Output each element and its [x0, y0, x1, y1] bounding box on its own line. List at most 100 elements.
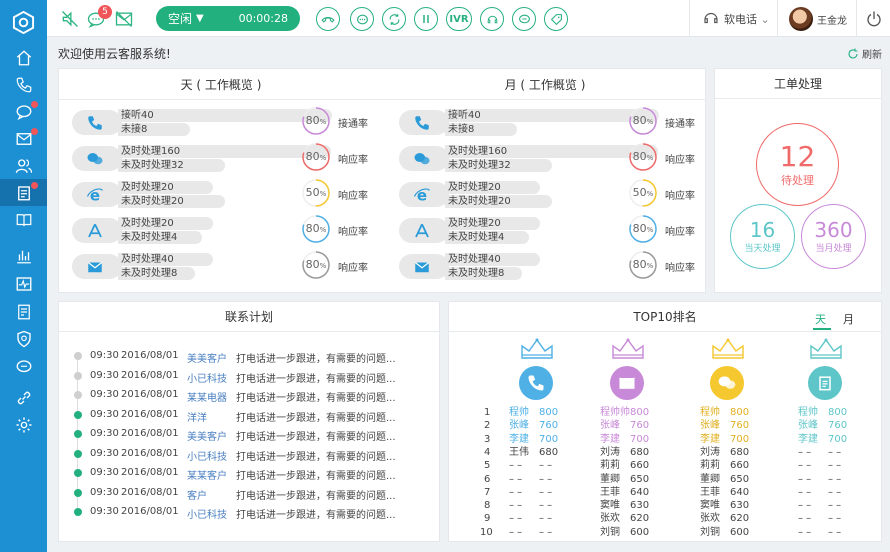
plan-customer[interactable]: 洋洋	[187, 409, 207, 424]
overview-row[interactable]: 及时处理20 未及时处理4 80% 响应率	[399, 215, 709, 244]
handled-bar: 及时处理20	[118, 181, 213, 194]
sidebar-item-security[interactable]	[0, 325, 47, 352]
chevron-down-icon: ▼	[196, 13, 204, 24]
list-item[interactable]: 09:30 2016/08/01 小已科技 打电话进一步跟进，有需要的问题...	[59, 445, 441, 464]
list-item[interactable]: 09:30 2016/08/01 某某电器 打电话进一步跟进，有需要的问题...	[59, 386, 441, 405]
mail-off-icon[interactable]	[114, 9, 134, 29]
overview-row[interactable]: 及时处理40 未及时处理8 80% 响应率	[72, 251, 382, 280]
rank-score: 680	[539, 446, 559, 458]
rate-number: 50	[632, 186, 647, 199]
sidebar-item-mail[interactable]	[0, 125, 47, 152]
overview-row[interactable]: e 及时处理20 未及时处理20 50% 响应率	[72, 179, 382, 208]
plan-note: 打电话进一步跟进，有需要的问题...	[236, 510, 396, 521]
overview-row[interactable]: 接听40 未接8 80% 接通率	[72, 107, 382, 136]
rank-score: 680	[730, 446, 750, 458]
agent-status-dropdown[interactable]: 空闲 ▼ 00:00:28	[156, 6, 300, 31]
rate-number: 80	[305, 150, 320, 163]
chevron-down-icon: ⌄	[760, 13, 770, 26]
category-crown	[804, 338, 848, 400]
sidebar-item-report[interactable]	[0, 298, 47, 325]
sidebar-item-monitor[interactable]	[0, 270, 47, 297]
plan-note: 打电话进一步跟进，有需要的问题...	[236, 451, 396, 463]
list-item[interactable]: 09:30 2016/08/01 某某客户 打电话进一步跟进，有需要的问题...	[59, 464, 441, 483]
plan-date: 2016/08/01	[121, 447, 179, 459]
sidebar-item-settings[interactable]	[0, 411, 47, 438]
chat-icon	[414, 152, 430, 164]
rank-number: 4	[484, 446, 491, 458]
plan-customer[interactable]: 小已科技	[187, 448, 227, 463]
bar-chart-icon	[16, 250, 31, 263]
list-item[interactable]: 09:30 2016/08/01 客户 打电话进一步跟进，有需要的问题...	[59, 484, 441, 503]
tab-day[interactable]: 天	[815, 311, 826, 327]
rank-number: 5	[484, 460, 491, 472]
plan-customer[interactable]: 某某客户	[187, 467, 227, 482]
hold-button[interactable]	[350, 7, 374, 31]
tag-icon	[550, 13, 562, 25]
sidebar-item-phone[interactable]	[0, 71, 47, 98]
overview-row[interactable]: 及时处理160 未及时处理32 80% 响应率	[72, 143, 382, 172]
plan-customer[interactable]: 美美客户	[187, 350, 227, 365]
transfer-button[interactable]	[382, 7, 406, 31]
power-icon[interactable]	[865, 10, 883, 28]
list-item[interactable]: 09:30 2016/08/01 小已科技 打电话进一步跟进，有需要的问题...	[59, 503, 441, 522]
consult-button[interactable]	[480, 7, 504, 31]
plan-customer[interactable]: 美美客户	[187, 428, 227, 443]
rank-number: 10	[480, 526, 493, 538]
overview-panel: 天 ( 工作概览 ) 月 ( 工作概览 ) 接听40 未接8 80% 接通率 及时处理1…	[58, 68, 706, 293]
pending-circle[interactable]: 12 待处理	[756, 123, 839, 206]
avatar[interactable]	[789, 7, 813, 31]
ivr-button[interactable]: IVR	[446, 7, 472, 31]
sidebar-item-stats[interactable]	[0, 242, 47, 269]
overview-row[interactable]: 接听40 未接8 80% 接通率	[399, 107, 709, 136]
plan-customer[interactable]: 小已科技	[187, 506, 227, 521]
category-badge	[808, 366, 842, 400]
rank-name: – –	[509, 500, 523, 512]
plan-customer[interactable]: 小已科技	[187, 370, 227, 385]
dots-icon	[356, 14, 368, 24]
plan-customer[interactable]: 客户	[187, 487, 207, 502]
sidebar-item-knowledge[interactable]	[0, 206, 47, 233]
tag-button[interactable]	[544, 7, 568, 31]
rank-score: – –	[539, 473, 553, 485]
plan-customer[interactable]: 某某电器	[187, 389, 227, 404]
tab-month[interactable]: 月	[843, 311, 854, 327]
phone-mode-label: 软电话	[724, 13, 757, 26]
plan-date: 2016/08/01	[121, 408, 179, 420]
overview-row[interactable]: 及时处理40 未及时处理8 80% 响应率	[399, 251, 709, 280]
list-item[interactable]: 09:30 2016/08/01 洋洋 打电话进一步跟进，有需要的问题...	[59, 406, 441, 425]
rank-name: – –	[509, 473, 523, 485]
hangup-button[interactable]	[316, 7, 340, 31]
plan-date: 2016/08/01	[121, 486, 179, 498]
unhandled-bar: 未及时处理20	[118, 195, 225, 208]
ie-icon-badge: e	[72, 182, 122, 207]
rank-score: 660	[730, 460, 750, 472]
rank-name: 王菲	[600, 486, 620, 498]
sidebar-item-home[interactable]	[0, 44, 47, 71]
list-item[interactable]: 09:30 2016/08/01 美美客户 打电话进一步跟进，有需要的问题...	[59, 347, 441, 366]
phone-mode-dropdown[interactable]: 软电话 ⌄	[724, 11, 770, 27]
overview-row[interactable]: 及时处理160 未及时处理32 80% 响应率	[399, 143, 709, 172]
rate-label: 响应率	[665, 155, 695, 166]
mute-icon[interactable]	[60, 9, 80, 29]
sidebar-item-message[interactable]	[0, 353, 47, 380]
rank-name: 刘涛	[700, 446, 720, 458]
rank-name: – –	[798, 460, 812, 472]
table-row: 8 – – – – 窦唯 630 窦唯 630 – – – –	[449, 499, 889, 512]
sidebar-item-workorder[interactable]	[0, 179, 47, 206]
overview-row[interactable]: 及时处理20 未及时处理4 80% 响应率	[72, 215, 382, 244]
plan-note: 打电话进一步跟进，有需要的问题...	[236, 354, 396, 365]
month-circle[interactable]: 360 当月处理	[801, 204, 866, 269]
rank-name: – –	[798, 500, 812, 512]
sidebar-item-chat[interactable]	[0, 98, 47, 125]
sidebar-item-contacts[interactable]	[0, 152, 47, 179]
today-circle[interactable]: 16 当天处理	[730, 204, 795, 269]
chat-button[interactable]	[512, 7, 536, 31]
sidebar-item-link[interactable]	[0, 384, 47, 411]
pause-button[interactable]	[414, 7, 438, 31]
list-item[interactable]: 09:30 2016/08/01 美美客户 打电话进一步跟进，有需要的问题...	[59, 425, 441, 444]
refresh-button[interactable]: 刷新	[847, 46, 882, 61]
list-item[interactable]: 09:30 2016/08/01 小已科技 打电话进一步跟进，有需要的问题...	[59, 367, 441, 386]
overview-row[interactable]: e 及时处理20 未及时处理20 50% 响应率	[399, 179, 709, 208]
mail-icon	[414, 261, 430, 272]
user-name[interactable]: 王金龙	[817, 12, 847, 27]
